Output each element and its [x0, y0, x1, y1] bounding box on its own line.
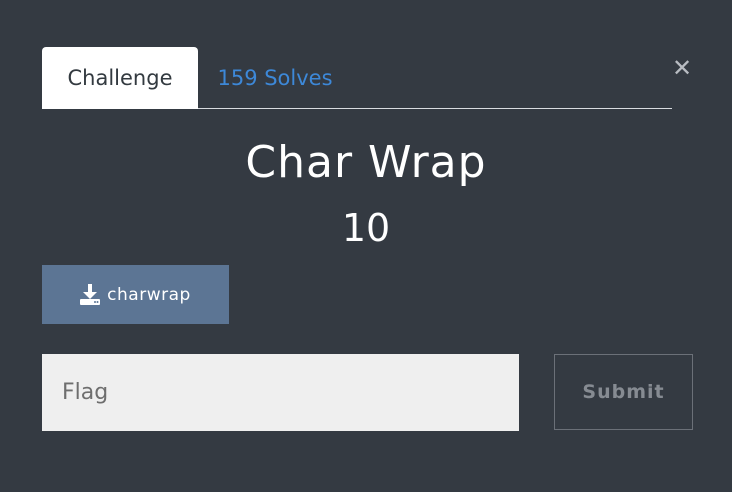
- challenge-title: Char Wrap: [245, 137, 487, 188]
- challenge-value: 10: [341, 206, 391, 250]
- download-icon: [80, 283, 101, 305]
- tab-challenge[interactable]: Challenge: [42, 47, 198, 109]
- download-file-button[interactable]: charwrap: [42, 265, 229, 324]
- flag-input[interactable]: [42, 354, 519, 431]
- download-file-label: charwrap: [107, 284, 191, 305]
- tab-solves[interactable]: 159 Solves: [210, 47, 340, 109]
- challenge-tabs: Challenge 159 Solves: [42, 47, 672, 109]
- close-icon[interactable]: ✕: [670, 56, 694, 80]
- submit-button[interactable]: Submit: [554, 354, 693, 430]
